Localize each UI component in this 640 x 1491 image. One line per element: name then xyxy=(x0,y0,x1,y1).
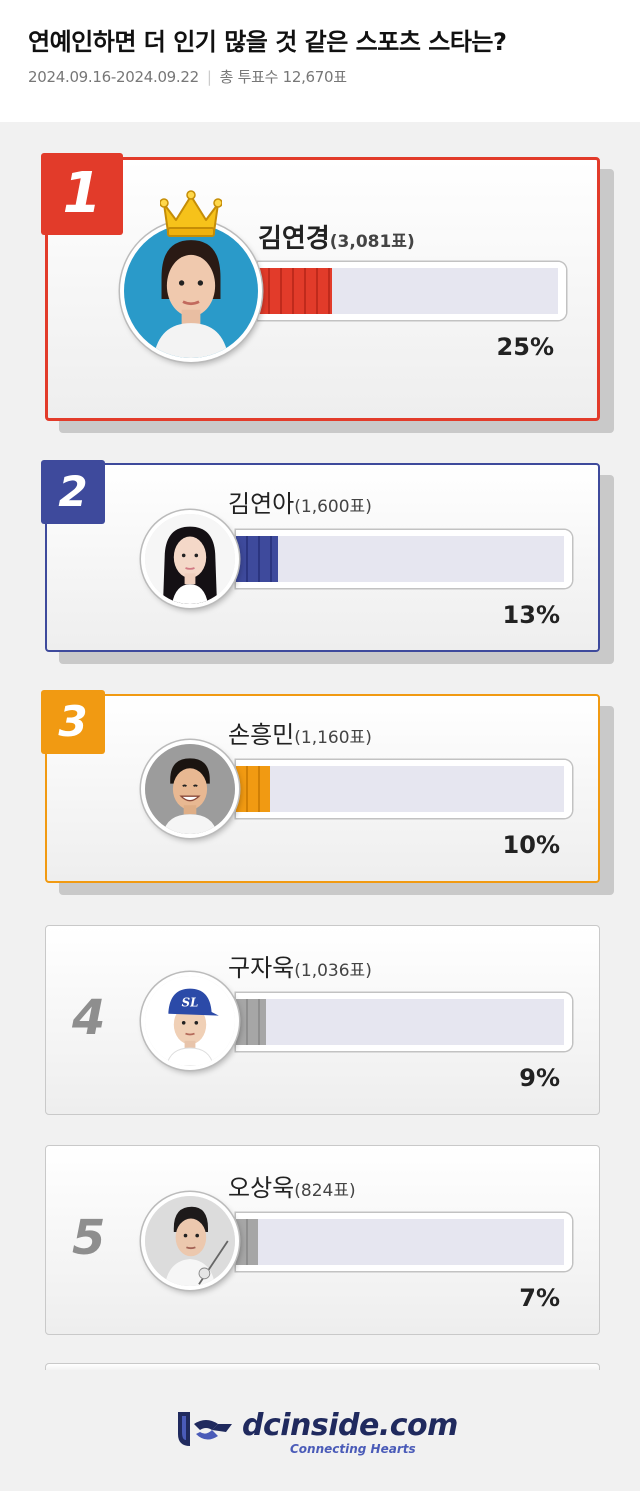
poll-meta: 2024.09.16-2024.09.22 | 총 투표수 12,670표 xyxy=(28,66,347,87)
rank-badge-1: 1 xyxy=(41,153,123,235)
avatar-2 xyxy=(141,510,239,608)
vote-bar-1 xyxy=(258,262,566,320)
vote-bar-3 xyxy=(236,760,572,818)
rank-number-4: 4 xyxy=(72,990,106,1046)
vote-bar-fill-3 xyxy=(236,766,270,812)
crown-icon xyxy=(159,190,223,238)
avatar-5 xyxy=(141,1192,239,1290)
avatar-4: SL xyxy=(141,972,239,1070)
candidate-name-4: 구자욱(1,036표) xyxy=(228,954,372,982)
vote-bar-fill-5 xyxy=(236,1219,258,1265)
candidate-name-3: 손흥민(1,160표) xyxy=(228,721,372,749)
poll-header: 연예인하면 더 인기 많을 것 같은 스포츠 스타는? 2024.09.16-2… xyxy=(0,0,640,122)
avatar-1 xyxy=(120,220,262,362)
vote-bar-fill-1 xyxy=(258,268,332,314)
vote-percent-2: 13% xyxy=(502,601,560,629)
rank-badge-2: 2 xyxy=(41,460,105,524)
vote-bar-fill-4 xyxy=(236,999,266,1045)
dcinside-logo[interactable]: dcinside.com Connecting Hearts xyxy=(172,1402,482,1462)
vote-bar-2 xyxy=(236,530,572,588)
vote-bar-4 xyxy=(236,993,572,1051)
avatar-3 xyxy=(141,740,239,838)
vote-percent-1: 25% xyxy=(496,333,554,361)
dcinside-logo-icon xyxy=(178,1412,232,1446)
candidate-name-5: 오상욱(824표) xyxy=(228,1174,356,1202)
logo-text: dcinside.com xyxy=(242,1408,458,1443)
vote-bar-5 xyxy=(236,1213,572,1271)
poll-period: 2024.09.16-2024.09.22 xyxy=(28,68,199,86)
vote-percent-3: 10% xyxy=(502,831,560,859)
vote-percent-5: 7% xyxy=(519,1284,560,1312)
page-title: 연예인하면 더 인기 많을 것 같은 스포츠 스타는? xyxy=(28,28,507,56)
svg-text:SL: SL xyxy=(182,996,199,1010)
divider: | xyxy=(206,68,212,86)
candidate-name-1: 김연경(3,081표) xyxy=(258,224,415,254)
rank-badge-3: 3 xyxy=(41,690,105,754)
total-votes: 총 투표수 12,670표 xyxy=(219,68,347,86)
vote-bar-fill-2 xyxy=(236,536,278,582)
logo-tagline: Connecting Hearts xyxy=(290,1442,416,1456)
candidate-name-2: 김연아(1,600표) xyxy=(228,490,372,518)
vote-percent-4: 9% xyxy=(519,1064,560,1092)
rank-number-5: 5 xyxy=(72,1210,106,1266)
